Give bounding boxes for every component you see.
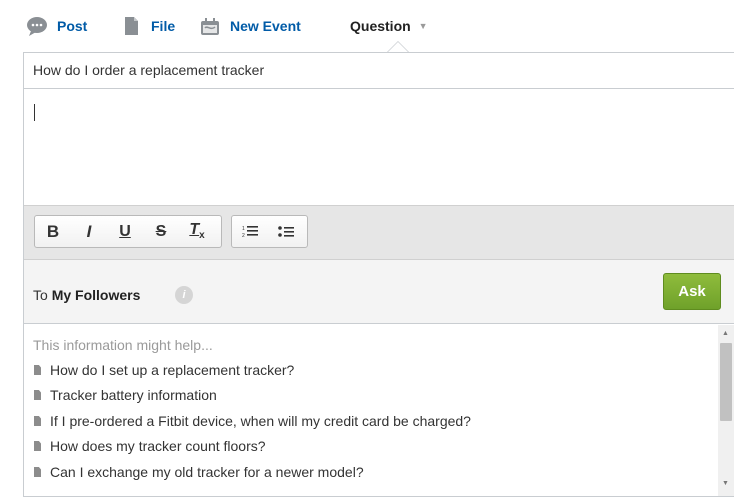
underline-button[interactable]: U [107, 216, 143, 247]
ask-button[interactable]: Ask [663, 273, 721, 310]
numbered-list-button[interactable]: 1 2 [232, 216, 268, 247]
italic-button[interactable]: I [71, 216, 107, 247]
scroll-down-arrow-icon[interactable]: ▼ [722, 480, 729, 487]
numbered-list-icon: 1 2 [242, 225, 258, 239]
suggestions-panel: This information might help... How do I … [24, 325, 734, 496]
question-details-textarea[interactable] [24, 90, 734, 205]
file-icon [120, 16, 142, 36]
question-title-input[interactable]: How do I order a replacement tracker [23, 52, 734, 89]
scrollbar-thumb[interactable] [720, 343, 732, 421]
tab-question[interactable]: Question ▼ [350, 15, 428, 37]
tab-post[interactable]: Post [26, 15, 87, 37]
text-cursor [34, 104, 35, 121]
suggestion-label: How does my tracker count floors? [50, 438, 266, 454]
suggestion-label: Can I exchange my old tracker for a newe… [50, 464, 364, 480]
italic-icon: I [86, 221, 92, 241]
suggestions-heading: This information might help... [33, 337, 213, 353]
share-target-link[interactable]: My Followers [52, 287, 141, 303]
suggestion-item[interactable]: How do I set up a replacement tracker? [33, 360, 294, 380]
list-format-group: 1 2 [231, 215, 308, 248]
article-icon [34, 467, 41, 477]
strikethrough-button[interactable]: S [143, 216, 179, 247]
tab-new-event-label: New Event [230, 18, 301, 34]
article-icon [34, 416, 41, 426]
suggestion-item[interactable]: How does my tracker count floors? [33, 436, 266, 456]
remove-format-button[interactable]: Tx [179, 216, 215, 247]
article-icon [34, 365, 41, 375]
remove-format-icon: Tx [189, 221, 205, 242]
bullet-list-icon [278, 225, 294, 237]
dropdown-caret-icon: ▼ [418, 21, 428, 31]
tab-file-label: File [151, 18, 176, 34]
article-icon [34, 441, 41, 451]
speech-bubble-icon [26, 16, 48, 36]
tab-new-event[interactable]: New Event [199, 15, 301, 37]
formatting-toolbar: B I U S Tx 1 2 [24, 205, 734, 260]
tab-question-label: Question [350, 18, 411, 34]
suggestions-scrollbar[interactable]: ▲ ▼ [718, 325, 734, 496]
share-audience-text: To My Followers [33, 287, 140, 303]
strikethrough-icon: S [155, 222, 167, 240]
article-icon [34, 390, 41, 400]
suggestion-label: If I pre-ordered a Fitbit device, when w… [50, 413, 471, 429]
share-prefix: To [33, 287, 52, 303]
share-audience-row: To My Followers i Ask [24, 260, 734, 324]
underline-icon: U [119, 222, 131, 240]
suggestion-label: Tracker battery information [50, 387, 217, 403]
calendar-event-icon [199, 16, 221, 36]
tab-post-label: Post [57, 18, 88, 34]
svg-text:1: 1 [242, 226, 245, 232]
tab-file[interactable]: File [120, 15, 175, 37]
publisher-tabs: Post File New Event Question ▼ [0, 0, 734, 52]
bold-icon: B [46, 221, 60, 241]
suggestion-item[interactable]: Tracker battery information [33, 385, 217, 405]
info-icon[interactable]: i [175, 286, 193, 304]
suggestion-item[interactable]: If I pre-ordered a Fitbit device, when w… [33, 411, 471, 431]
svg-text:2: 2 [242, 233, 245, 239]
question-title-value: How do I order a replacement tracker [33, 62, 265, 78]
bold-button[interactable]: B [35, 216, 71, 247]
bullet-list-button[interactable] [268, 216, 304, 247]
active-tab-pointer-fill [388, 42, 408, 52]
suggestion-item[interactable]: Can I exchange my old tracker for a newe… [33, 462, 364, 482]
scroll-up-arrow-icon[interactable]: ▲ [722, 330, 729, 337]
suggestion-label: How do I set up a replacement tracker? [50, 362, 295, 378]
text-format-group: B I U S Tx [34, 215, 222, 248]
